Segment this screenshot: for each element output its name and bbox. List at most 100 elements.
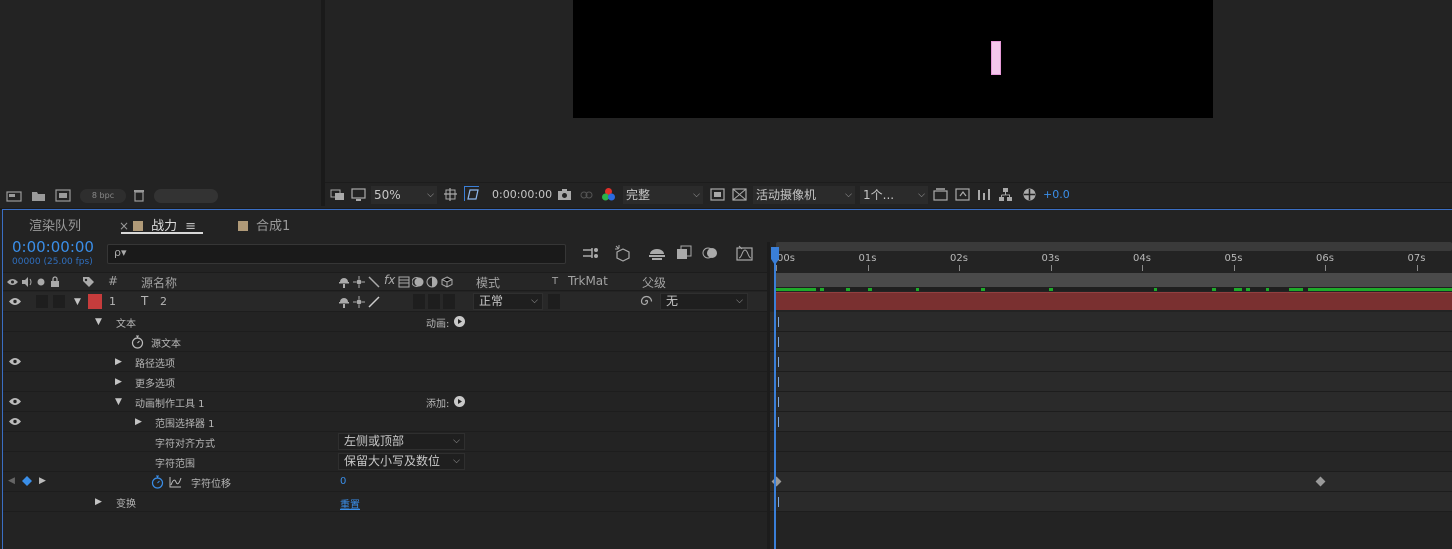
layer-row[interactable]: ▼ 1 T 2 正常 ⌵ 无 ⌵	[3, 292, 767, 312]
expand-triangle[interactable]: ▶	[115, 357, 122, 367]
property-row-range-selector[interactable]: ▶ 范围选择器 1	[3, 412, 767, 432]
solo-toggle[interactable]	[53, 295, 65, 308]
playhead-handle[interactable]	[770, 247, 780, 267]
collapse-triangle[interactable]: ▼	[115, 397, 122, 407]
parent-select[interactable]: 无 ⌵	[660, 293, 748, 310]
property-row-text[interactable]: ▼ 文本 动画:	[3, 312, 767, 332]
flowchart-icon[interactable]	[998, 187, 1013, 202]
play-menu-icon[interactable]	[454, 396, 465, 407]
3d-layer-toggle[interactable]	[443, 294, 455, 309]
show-snapshot-icon[interactable]	[579, 187, 594, 202]
transparency-grid-icon[interactable]	[732, 187, 747, 202]
motion-blur-icon[interactable]	[702, 245, 719, 261]
reset-link[interactable]: 重置	[340, 496, 360, 511]
frame-blending-icon[interactable]	[676, 245, 692, 261]
property-label[interactable]: 范围选择器 1	[155, 415, 215, 430]
property-row-animator[interactable]: ▼ 动画制作工具 1 添加:	[3, 392, 767, 412]
property-label[interactable]: 动画制作工具 1	[135, 395, 205, 410]
fast-previews-icon[interactable]	[710, 187, 725, 202]
motion-blur-toggle[interactable]	[413, 294, 425, 309]
shy-layers-icon[interactable]	[648, 246, 666, 261]
stopwatch-icon[interactable]	[151, 475, 164, 489]
camera-view-dropdown[interactable]: 活动摄像机 ⌵	[753, 186, 855, 204]
tab-composition-1[interactable]: 合成1	[238, 215, 290, 234]
eye-icon[interactable]	[9, 357, 21, 366]
label-tag-icon[interactable]	[82, 276, 95, 288]
reset-exposure-icon[interactable]	[1022, 187, 1037, 202]
tab-render-queue[interactable]: 渲染队列	[29, 215, 81, 234]
keyframe[interactable]	[1315, 476, 1326, 487]
char-offset-value[interactable]: 0	[340, 476, 346, 487]
eye-icon[interactable]	[9, 417, 21, 426]
layer-search-input[interactable]: ρ▾	[107, 244, 566, 264]
resolution-dropdown[interactable]: 完整 ⌵	[623, 186, 703, 204]
exposure-value[interactable]: +0.0	[1043, 186, 1070, 204]
layer-name[interactable]: 2	[160, 295, 167, 308]
property-row-path-options[interactable]: ▶ 路径选项	[3, 352, 767, 372]
char-alignment-select[interactable]: 左侧或顶部 ⌵	[338, 433, 465, 450]
interpret-footage-icon[interactable]	[6, 190, 22, 202]
current-time-indicator[interactable]	[774, 247, 776, 549]
adjustment-toggle[interactable]	[428, 294, 440, 309]
time-navigator[interactable]	[776, 242, 1452, 251]
column-mode[interactable]: 模式	[476, 274, 500, 291]
expand-triangle[interactable]: ▶	[115, 377, 122, 387]
region-of-interest-icon[interactable]	[464, 186, 479, 201]
thumbnail-size-slider[interactable]	[154, 189, 218, 203]
close-icon[interactable]: ×	[119, 219, 129, 233]
lock-icon[interactable]	[50, 276, 60, 287]
camera-icon[interactable]	[557, 187, 572, 202]
eye-icon[interactable]	[9, 397, 21, 406]
fast-preview-icon[interactable]	[955, 187, 970, 202]
char-range-select[interactable]: 保留大小写及数位 ⌵	[338, 453, 465, 470]
next-keyframe-icon[interactable]: ▶	[39, 476, 46, 486]
always-preview-icon[interactable]	[330, 187, 345, 202]
fit-icon[interactable]	[443, 187, 458, 202]
blend-mode-select[interactable]: 正常 ⌵	[473, 293, 543, 310]
property-row-char-alignment[interactable]: 字符对齐方式 左侧或顶部 ⌵	[3, 432, 767, 452]
layer-duration-bar[interactable]	[776, 292, 1452, 310]
draft-3d-icon[interactable]	[614, 244, 632, 262]
bit-depth-button[interactable]: 8 bpc	[80, 189, 126, 203]
graph-editor-icon[interactable]	[736, 245, 753, 261]
eye-icon[interactable]	[9, 297, 21, 306]
play-menu-icon[interactable]	[454, 316, 465, 327]
column-parent[interactable]: 父级	[642, 274, 666, 291]
view-layout-dropdown[interactable]: 1个... ⌵	[860, 186, 928, 204]
composition-canvas[interactable]	[573, 0, 1213, 118]
viewer-timecode[interactable]: 0:00:00:00	[492, 186, 552, 204]
new-composition-icon[interactable]	[55, 189, 71, 202]
property-row-more-options[interactable]: ▶ 更多选项	[3, 372, 767, 392]
column-source-name[interactable]: 源名称	[141, 274, 177, 291]
color-channels-icon[interactable]	[601, 187, 616, 202]
property-row-char-offset[interactable]: ◀ ▶ 字符位移 0	[3, 472, 767, 492]
column-trkmat[interactable]: TrkMat	[568, 274, 608, 288]
layer-label-color[interactable]	[88, 294, 102, 309]
work-area-bar[interactable]	[776, 273, 1452, 287]
property-row-source-text[interactable]: 源文本	[3, 332, 767, 352]
timeline-icon[interactable]	[977, 187, 992, 202]
zoom-dropdown[interactable]: 50% ⌵	[371, 186, 437, 204]
solo-icon[interactable]	[37, 278, 45, 286]
quality-switch-icon[interactable]	[368, 296, 380, 308]
shy-switch-icon[interactable]	[338, 296, 350, 308]
expand-triangle[interactable]: ▶	[135, 417, 142, 427]
collapse-switch-icon[interactable]	[353, 296, 365, 308]
collapse-triangle[interactable]: ▼	[95, 317, 102, 327]
eye-icon[interactable]	[7, 278, 18, 286]
stopwatch-icon[interactable]	[131, 335, 144, 349]
toggle-pixel-aspect-icon[interactable]	[933, 187, 948, 202]
expand-triangle[interactable]: ▶	[95, 497, 102, 507]
audio-toggle[interactable]	[36, 295, 48, 308]
property-row-transform[interactable]: ▶ 变换 重置	[3, 492, 767, 512]
new-folder-icon[interactable]	[31, 190, 46, 202]
trash-icon[interactable]	[133, 189, 145, 202]
audio-icon[interactable]	[21, 277, 33, 287]
composition-mini-flowchart-icon[interactable]	[582, 246, 600, 261]
property-row-char-range[interactable]: 字符范围 保留大小写及数位 ⌵	[3, 452, 767, 472]
collapse-triangle[interactable]: ▼	[74, 297, 81, 307]
prev-keyframe-icon[interactable]: ◀	[8, 476, 15, 486]
timeline-timecode[interactable]: 0:00:00:00	[12, 238, 94, 256]
add-keyframe-icon[interactable]	[22, 476, 32, 486]
text-layer-preview[interactable]	[991, 41, 1001, 75]
